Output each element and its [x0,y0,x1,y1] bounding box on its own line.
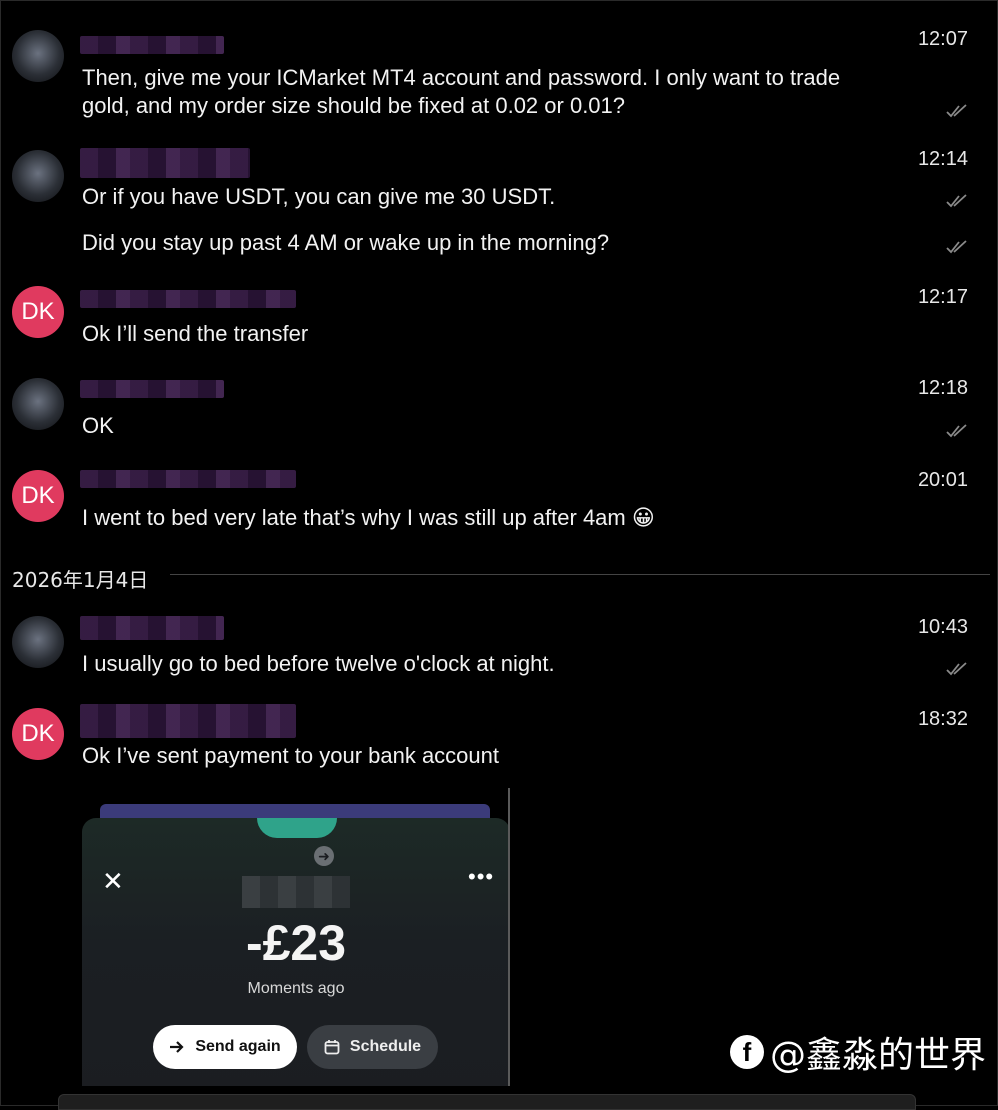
merchant-logo [257,818,337,838]
payment-card: ➜ ✕ ••• -£23 Moments ago Send again Sche… [82,818,510,1086]
sender-name-redacted [80,704,296,738]
message-text: Ok I’ll send the transfer [82,321,309,346]
schedule-label: Schedule [349,1038,422,1055]
date-separator: 2026年1月4日 [12,568,149,592]
watermark-text: @鑫淼的世界 [769,1035,986,1076]
payment-time-label: Moments ago [247,980,345,997]
message-text: Or if you have USDT, you can give me 30 … [82,184,556,209]
message-input-bar[interactable] [58,1094,916,1110]
facebook-icon: f [729,1035,764,1069]
sender-name-redacted [80,36,224,54]
message-time: 18:32 [917,708,968,730]
double-check-icon [946,240,967,254]
user-avatar[interactable]: DK [12,286,64,338]
double-check-icon [946,194,967,208]
contact-avatar[interactable] [12,378,64,430]
message-time: 12:18 [917,377,968,399]
message-text: Then, give me your ICMarket MT4 account … [82,64,912,120]
payment-amount: -£23 [245,915,347,971]
message-text: I went to bed very late that’s why I was… [82,505,655,530]
arrow-right-icon [170,1041,184,1053]
double-check-icon [946,104,967,118]
double-check-icon [946,424,967,438]
user-avatar[interactable]: DK [12,708,64,760]
sender-name-redacted [80,380,224,398]
sender-name-redacted [80,616,224,640]
message-text: Ok I’ve sent payment to your bank accoun… [82,743,500,768]
message-line: gold, and my order size should be fixed … [82,93,626,118]
contact-avatar[interactable] [12,150,64,202]
sender-name-redacted [80,148,250,178]
message-time: 20:01 [917,469,968,491]
schedule-button[interactable]: Schedule [307,1025,438,1069]
message-time: 12:17 [917,286,968,308]
message-text: OK [82,413,114,438]
recipient-name-redacted [242,876,350,908]
calendar-icon [324,1040,340,1055]
arrow-right-icon: ➜ [314,846,334,866]
payment-screenshot-attachment[interactable]: ➜ ✕ ••• -£23 Moments ago Send again Sche… [82,788,510,1086]
date-divider-line [170,574,990,575]
message-time: 12:14 [917,148,968,170]
message-line: Then, give me your ICMarket MT4 account … [82,65,841,90]
message-time: 10:43 [917,616,968,638]
send-again-button[interactable]: Send again [153,1025,297,1069]
message-text: I usually go to bed before twelve o'cloc… [82,651,555,676]
close-icon[interactable]: ✕ [102,866,124,897]
message-text: Did you stay up past 4 AM or wake up in … [82,230,610,255]
sender-name-redacted [80,470,296,488]
more-options-icon[interactable]: ••• [468,864,494,890]
contact-avatar[interactable] [12,30,64,82]
double-check-icon [946,662,967,676]
message-time: 12:07 [917,28,968,50]
contact-avatar[interactable] [12,616,64,668]
watermark: f @鑫淼的世界 [729,1026,986,1078]
send-again-label: Send again [195,1038,281,1055]
user-avatar[interactable]: DK [12,470,64,522]
screenshot-edge-line [508,788,510,1086]
sender-name-redacted [80,290,296,308]
